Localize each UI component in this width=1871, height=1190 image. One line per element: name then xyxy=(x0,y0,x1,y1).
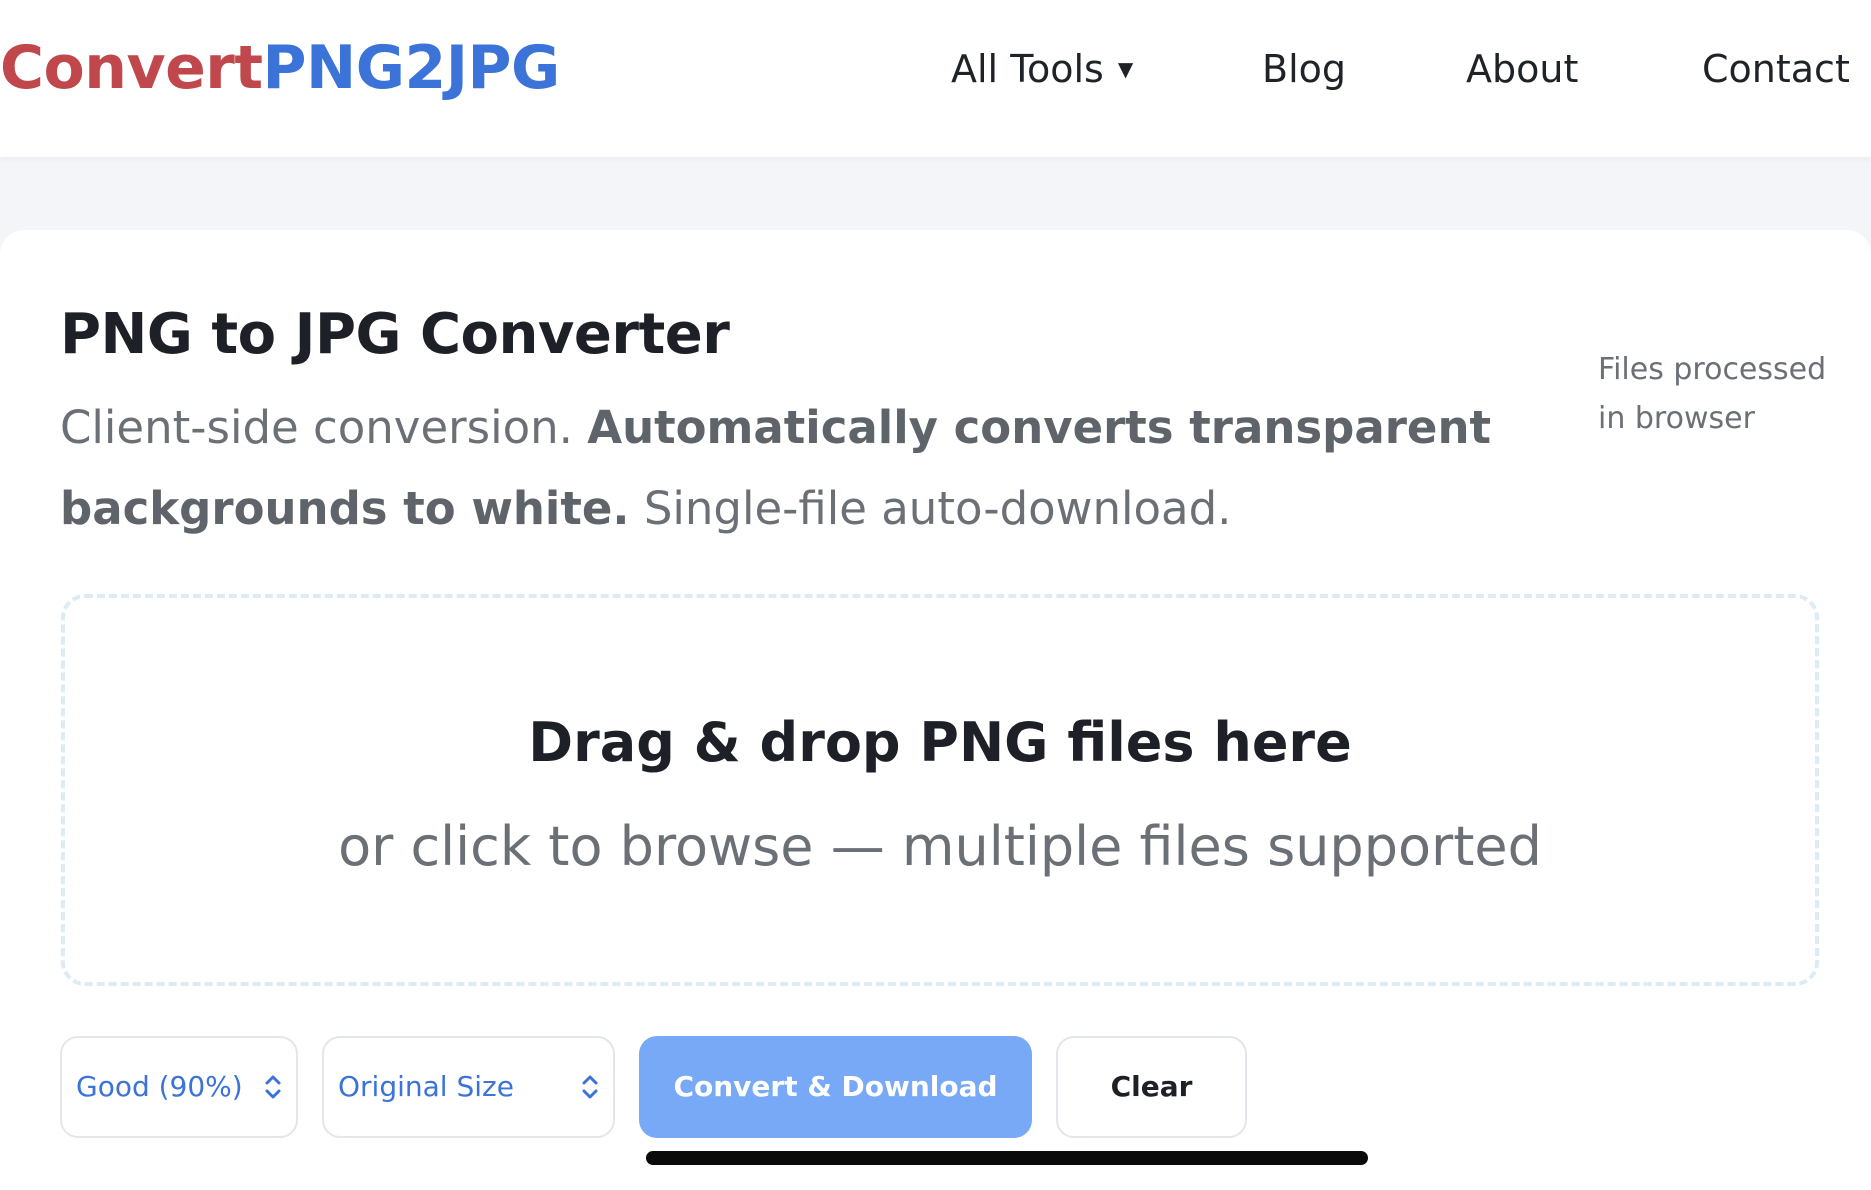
clear-button[interactable]: Clear xyxy=(1056,1036,1247,1138)
logo-text-png2jpg: PNG2JPG xyxy=(262,33,561,103)
logo-text-convert: Convert xyxy=(0,33,263,103)
page-title: PNG to JPG Converter xyxy=(60,302,730,367)
caret-down-icon: ▼ xyxy=(1117,57,1134,81)
drop-zone-title: Drag & drop PNG files here xyxy=(528,711,1352,774)
size-select-value: Original Size xyxy=(338,1070,514,1103)
nav-blog[interactable]: Blog xyxy=(1262,40,1346,98)
size-select[interactable]: Original Size xyxy=(322,1036,615,1138)
quality-select-value: Good (90%) xyxy=(76,1070,243,1103)
privacy-note: Files processed in browser xyxy=(1598,352,1827,436)
quality-select[interactable]: Good (90%) xyxy=(60,1036,298,1138)
convert-download-button[interactable]: Convert & Download xyxy=(639,1036,1032,1138)
nav-about[interactable]: About xyxy=(1466,40,1578,98)
subtitle-intro: Client-side conversion. xyxy=(60,401,573,454)
chevron-up-down-icon xyxy=(582,1075,598,1099)
site-header: ConvertPNG2JPG All Tools ▼ Blog About Con… xyxy=(0,0,1871,157)
page-subtitle: Client-side conversion. Automatically co… xyxy=(60,387,1560,549)
subtitle-outro: Single-file auto-download. xyxy=(643,482,1232,535)
file-drop-zone[interactable]: Drag & drop PNG files here or click to b… xyxy=(61,594,1819,986)
chevron-up-down-icon xyxy=(265,1075,281,1099)
nav-all-tools-label: All Tools xyxy=(951,47,1104,91)
site-logo[interactable]: ConvertPNG2JPG xyxy=(0,28,560,108)
nav-all-tools[interactable]: All Tools ▼ xyxy=(951,40,1133,98)
home-indicator xyxy=(646,1151,1368,1165)
nav-contact[interactable]: Contact xyxy=(1702,40,1850,98)
drop-zone-subtitle: or click to browse — multiple files supp… xyxy=(338,815,1542,878)
